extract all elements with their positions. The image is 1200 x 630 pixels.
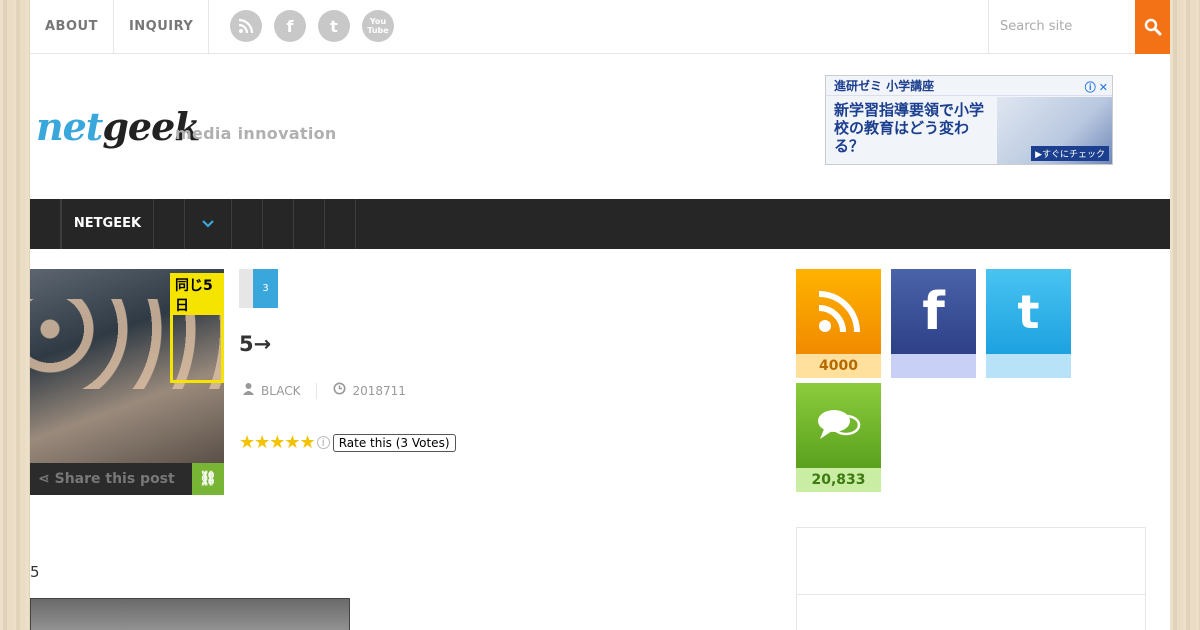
post-meta: BLACK 2018711 (242, 382, 406, 399)
clock-icon (333, 382, 346, 399)
main-nav: NETGEEK (30, 199, 1170, 249)
facebook-icon: f (891, 269, 976, 354)
post-thumbnail[interactable]: 同じ5日 (30, 269, 224, 463)
page: ABOUT INQUIRY f t You Tube Search site ne… (30, 0, 1170, 630)
nav-item[interactable] (154, 199, 185, 249)
nav-item-netgeek[interactable]: NETGEEK (61, 199, 154, 249)
search-button[interactable] (1135, 0, 1170, 54)
nav-spacer (30, 199, 61, 249)
category-tag[interactable] (239, 269, 253, 308)
facebook-icon[interactable]: f (274, 10, 306, 42)
ad-copy: 新学習指導要領で小学校の教育はどう変わる？ (834, 101, 985, 155)
user-icon (242, 382, 255, 399)
post-author[interactable]: BLACK (261, 384, 300, 398)
rss-icon[interactable] (230, 10, 262, 42)
share-icon: ⋖ (38, 471, 55, 487)
category-tags: 3 (239, 269, 278, 308)
ad-info-icon[interactable]: ⓘ (1085, 78, 1096, 98)
sidebar-rss-tile[interactable]: 4000 (796, 269, 881, 378)
sidebar-widget (796, 527, 1146, 630)
nav-dropdown[interactable] (185, 199, 232, 249)
sidebar-twitter-tile[interactable]: t (986, 269, 1071, 378)
rating-tooltip: Rate this (3 Votes) (332, 433, 456, 452)
rating-stars[interactable]: ★★★★★ (239, 432, 316, 453)
sidebar-facebook-tile[interactable]: f (891, 269, 976, 378)
ad-header: 進研ゼミ 小学講座 ⓘ ✕ (826, 76, 1112, 96)
post-date: 2018711 (352, 383, 406, 398)
site-tagline: media innovation (175, 124, 337, 143)
post-rating: ★★★★★ i Rate this (3 Votes) (239, 432, 456, 453)
comments-icon (796, 383, 881, 468)
search-icon (1144, 18, 1161, 36)
ad-close-icon[interactable]: ✕ (1099, 78, 1108, 98)
post-body-text: 5 (30, 563, 40, 581)
post-title[interactable]: 5→ (239, 332, 271, 356)
ad-cta-button[interactable]: ▶すぐにチェック (1031, 146, 1109, 161)
youtube-icon[interactable]: You Tube (362, 10, 394, 42)
nav-item[interactable] (294, 199, 325, 249)
top-nav-about[interactable]: ABOUT (30, 0, 114, 54)
category-tag-count[interactable]: 3 (253, 269, 278, 308)
info-icon[interactable]: i (316, 436, 330, 449)
top-nav: ABOUT INQUIRY (30, 0, 210, 54)
top-nav-inquiry[interactable]: INQUIRY (114, 0, 210, 54)
ad-banner[interactable]: 進研ゼミ 小学講座 ⓘ ✕ 新学習指導要領で小学校の教育はどう変わる？ ▶すぐに… (825, 75, 1113, 165)
twitter-icon: t (986, 269, 1071, 354)
search-input[interactable]: Search site (988, 0, 1136, 54)
facebook-count (891, 354, 976, 378)
top-bar: ABOUT INQUIRY f t You Tube Search site (30, 0, 1170, 54)
nav-item[interactable] (263, 199, 294, 249)
comments-count: 20,833 (796, 468, 881, 492)
link-icon[interactable]: ⛓ (192, 463, 224, 495)
share-bar[interactable]: ⋖ Share this post ⛓ (30, 463, 224, 495)
sidebar-comments-tile[interactable]: 20,833 (796, 383, 881, 492)
top-social-links: f t You Tube (230, 10, 394, 42)
thumbnail-caption: 同じ5日 (173, 275, 224, 315)
nav-item[interactable] (325, 199, 356, 249)
share-label: Share this post (54, 471, 175, 487)
twitter-count (986, 354, 1071, 378)
rss-icon (796, 269, 881, 354)
chevron-down-icon (202, 220, 214, 228)
post-body-image (30, 598, 350, 630)
twitter-icon[interactable]: t (318, 10, 350, 42)
rss-count: 4000 (796, 354, 881, 378)
nav-item[interactable] (232, 199, 263, 249)
